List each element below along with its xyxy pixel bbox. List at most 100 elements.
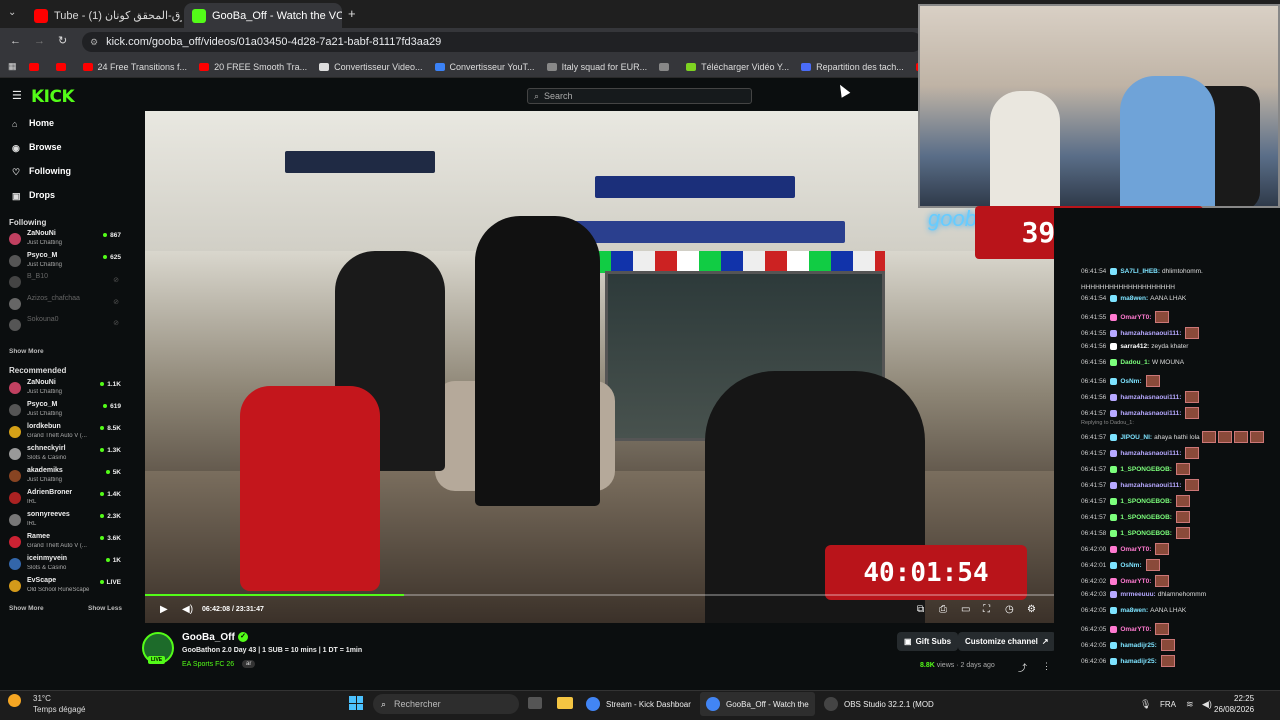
search-input[interactable]: ⌕ Search [527, 88, 752, 104]
kick-favicon-icon [192, 8, 206, 23]
language-tag[interactable]: ar [242, 660, 256, 668]
video-progress-bar[interactable] [145, 594, 1054, 596]
clip-icon[interactable]: ⎙ [939, 604, 947, 615]
recommended-channel-row[interactable]: AdrienBroner IRL 1.4K [9, 489, 121, 509]
weather-widget[interactable]: 31°C Temps dégagé [8, 694, 85, 714]
bookmark-item[interactable]: Convertisseur YouT... [434, 62, 535, 72]
nav-drops[interactable]: ▣ Drops [12, 190, 55, 201]
recommended-channel-row[interactable]: Ramee Grand Theft Auto V (... 3.6K [9, 533, 121, 553]
show-more-recommended-button[interactable]: Show More [9, 605, 44, 612]
bookmark-item[interactable] [55, 62, 71, 72]
bookmark-item[interactable]: Convertisseur Video... [319, 62, 423, 72]
recommended-channel-row[interactable]: Psyco_M Just Chatting 619 [9, 401, 121, 421]
tab-list-chevron-icon[interactable]: ⌄ [8, 7, 16, 18]
taskbar-search[interactable]: ⌕ Rechercher [373, 694, 519, 714]
chat-username[interactable]: hamzahasnaoui111: [1120, 482, 1181, 489]
gift-icon: ▣ [904, 637, 912, 646]
chat-username[interactable]: OsNm: [1120, 562, 1141, 569]
reload-icon[interactable]: ↻ [58, 34, 67, 47]
chat-username[interactable]: Dadou_1: [1120, 359, 1150, 366]
nav-home[interactable]: ⌂ Home [12, 118, 54, 129]
chat-username[interactable]: hamzahasnaoui111: [1120, 450, 1181, 457]
chat-username[interactable]: hamzahasnaoui111: [1120, 330, 1181, 337]
recommended-channel-row[interactable]: iceinmyvein Slots & Casino 1K [9, 555, 121, 575]
wifi-icon[interactable]: ≋ [1186, 699, 1194, 710]
nav-following[interactable]: ♡ Following [12, 166, 71, 177]
speaker-icon[interactable]: ◀) [1202, 699, 1212, 710]
chat-username[interactable]: sarra412: [1120, 343, 1149, 350]
kick-logo[interactable]: KICK [31, 87, 75, 107]
chat-username[interactable]: hamzahasnaoui111: [1120, 394, 1181, 401]
chat-username[interactable]: SA7LI_IHEB: [1120, 268, 1160, 275]
miniplayer-icon[interactable]: ⧉ [917, 604, 924, 615]
chat-username[interactable]: OmarYT0: [1120, 578, 1151, 585]
channel-name[interactable]: GooBa_Off [182, 632, 235, 643]
chat-username[interactable]: JIPOU_NI: [1120, 434, 1152, 441]
chat-username[interactable]: ma8wen: [1120, 295, 1148, 302]
recommended-channel-row[interactable]: akademiks Just Chatting 5K [9, 467, 121, 487]
chat-username[interactable]: 1_SPONGEBOB: [1120, 514, 1172, 521]
stream-category[interactable]: EA Sports FC 26 [182, 661, 234, 668]
bookmark-item[interactable] [28, 62, 44, 72]
nav-browse[interactable]: ◉ Browse [12, 142, 62, 153]
tab-youtube[interactable]: Tube - (1) رشا رزق-المحقق كونان ✕ [26, 3, 182, 28]
taskbar-clock[interactable]: 22:25 26/08/2026 [1214, 693, 1254, 715]
play-icon[interactable]: ▶ [160, 604, 168, 615]
recommended-channel-row[interactable]: EvScape Old School RuneScape LIVE [9, 577, 121, 597]
microphone-icon[interactable]: 🎙 [1140, 699, 1151, 710]
following-channel-row[interactable]: B_B10 ⊘ [9, 273, 121, 293]
back-arrow-icon[interactable]: ← [10, 35, 21, 47]
more-options-icon[interactable]: ⋮ [1042, 661, 1051, 672]
bookmark-item[interactable]: Italy squad for EUR... [546, 62, 647, 72]
bookmark-item[interactable]: 24 Free Transitions f... [82, 62, 187, 72]
volume-icon[interactable]: ◀) [182, 604, 193, 615]
show-more-following-button[interactable]: Show More [9, 348, 44, 355]
forward-arrow-icon[interactable]: → [34, 35, 45, 47]
windows-start-icon[interactable] [349, 696, 363, 710]
bookmark-item[interactable]: 20 FREE Smooth Tra... [199, 62, 307, 72]
chat-username[interactable]: OsNm: [1120, 378, 1141, 385]
bookmark-item[interactable]: Repartition des tach... [801, 62, 904, 72]
recommended-channel-row[interactable]: lordkebun Grand Theft Auto V (... 8.5K [9, 423, 121, 443]
task-view-icon[interactable] [528, 697, 542, 709]
following-channel-row[interactable]: ZaNouNi Just Chatting 867 [9, 230, 121, 250]
chat-username[interactable]: OmarYT0: [1120, 314, 1151, 321]
following-channel-row[interactable]: Azizos_chafchaa ⊘ [9, 295, 121, 315]
share-icon[interactable]: ⤴ [1018, 661, 1027, 674]
input-language[interactable]: FRA [1160, 700, 1176, 709]
taskbar-app[interactable]: OBS Studio 32.2.1 (MOD [818, 692, 940, 716]
chat-username[interactable]: 1_SPONGEBOB: [1120, 530, 1172, 537]
new-tab-button[interactable]: + [348, 6, 356, 21]
gift-subs-button[interactable]: ▣ Gift Subs [897, 632, 959, 651]
chat-username[interactable]: mrmeeuuu: [1120, 591, 1155, 598]
taskbar-app[interactable]: Stream - Kick Dashboar [580, 692, 697, 716]
chat-username[interactable]: OmarYT0: [1120, 546, 1151, 553]
recommended-channel-row[interactable]: sonnyreeves IRL 2.3K [9, 511, 121, 531]
apps-grid-icon[interactable]: ▦ [8, 61, 17, 72]
file-explorer-icon[interactable] [557, 697, 573, 709]
chat-username[interactable]: hamadijr25: [1120, 642, 1157, 649]
chat-username[interactable]: 1_SPONGEBOB: [1120, 498, 1172, 505]
following-channel-row[interactable]: Sokouna0 ⊘ [9, 316, 121, 336]
settings-gear-icon[interactable]: ⚙ [1027, 604, 1036, 615]
menu-hamburger-icon[interactable]: ☰ [12, 89, 22, 102]
chat-username[interactable]: OmarYT0: [1120, 626, 1151, 633]
chat-username[interactable]: 1_SPONGEBOB: [1120, 466, 1172, 473]
recommended-channel-row[interactable]: schneckyirl Slots & Casino 1.3K [9, 445, 121, 465]
site-info-icon[interactable]: ⚙ [90, 37, 98, 48]
address-bar[interactable]: ⚙ kick.com/gooba_off/videos/01a03450-4d2… [82, 32, 922, 52]
fullscreen-icon[interactable]: ⛶ [983, 604, 990, 615]
following-channel-row[interactable]: Psyco_M Just Chatting 625 [9, 252, 121, 272]
recommended-channel-row[interactable]: ZaNouNi Just Chatting 1.1K [9, 379, 121, 399]
customize-channel-button[interactable]: Customize channel ↗ [958, 632, 1056, 651]
show-less-button[interactable]: Show Less [88, 605, 122, 612]
chat-username[interactable]: hamzahasnaoui111: [1120, 410, 1181, 417]
theatre-mode-icon[interactable]: ▭ [961, 604, 970, 615]
bookmark-item[interactable] [659, 62, 674, 72]
tab-kick-vod[interactable]: GooBa_Off - Watch the VOD o ✕ [184, 3, 342, 28]
chat-username[interactable]: ma8wen: [1120, 607, 1148, 614]
chat-username[interactable]: hamadijr25: [1120, 658, 1157, 665]
speed-icon[interactable]: ◷ [1005, 604, 1014, 615]
taskbar-app[interactable]: GooBa_Off - Watch the [700, 692, 815, 716]
bookmark-item[interactable]: Télécharger Vidéo Y... [686, 62, 789, 72]
